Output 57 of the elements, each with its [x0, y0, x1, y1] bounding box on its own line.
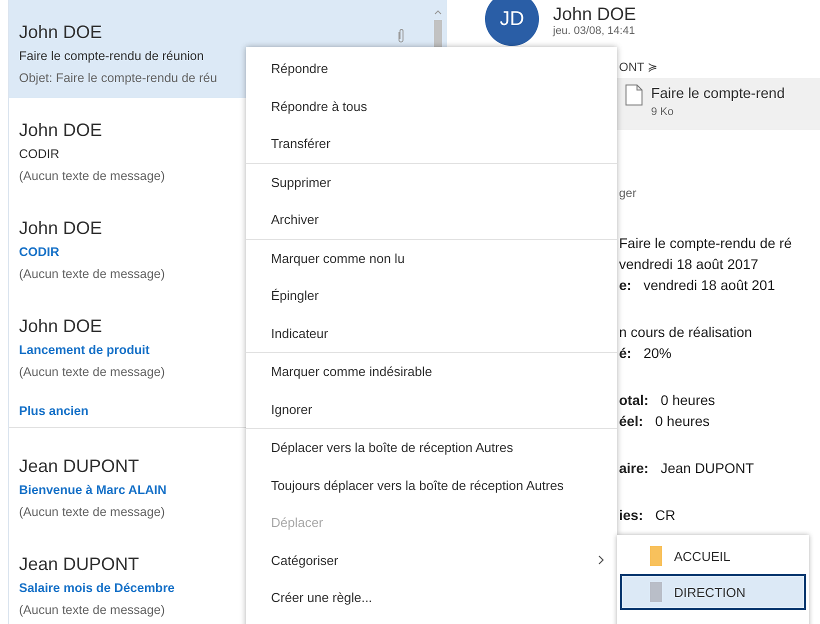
attachment-link[interactable]: ger [619, 186, 636, 200]
scrollbar[interactable] [433, 8, 443, 48]
category-item[interactable]: DIRECTION [620, 574, 806, 610]
menu-item[interactable]: Épingler [246, 277, 617, 314]
message-subject: CODIR [19, 245, 60, 259]
message-subject: Salaire mois de Décembre [19, 581, 175, 595]
chevron-right-icon [598, 555, 605, 566]
attachment-name: Faire le compte-rend [651, 86, 785, 102]
menu-item[interactable]: Indicateur [246, 314, 617, 352]
menu-item[interactable]: Catégoriser [246, 542, 617, 579]
message-preview: (Aucun texte de message) [19, 603, 165, 617]
menu-item[interactable]: Marquer comme indésirable [246, 353, 617, 390]
sender-name: John DOE [553, 4, 636, 25]
file-icon [625, 84, 643, 106]
field-value: 0 heures [655, 412, 710, 428]
message-preview: Objet: Faire le compte-rendu de réu [19, 71, 218, 85]
sender-name: John DOE [19, 22, 102, 43]
message-subject: CODIR [19, 147, 60, 161]
field-label: otal: [619, 392, 649, 408]
menu-item[interactable]: Ignorer [246, 390, 617, 428]
sender-avatar: JD [485, 0, 539, 46]
menu-item[interactable]: Déplacer vers la boîte de réception Autres [246, 429, 617, 466]
field-value: n cours de réalisation [619, 324, 752, 340]
sender-name: Jean DUPONT [19, 456, 140, 477]
message-preview: (Aucun texte de message) [19, 169, 165, 183]
field-value: 0 heures [660, 392, 716, 408]
field-value: Faire le compte-rendu de ré [619, 234, 792, 250]
sender-name: John DOE [19, 218, 102, 239]
group-header: Plus ancien [19, 404, 88, 418]
field-value: 20% [643, 344, 672, 360]
message-subject: Lancement de produit [19, 343, 150, 357]
recipients[interactable]: ONT ≽ [619, 60, 658, 74]
field-value: vendredi 18 août 201 [643, 276, 776, 292]
field-label: aire: [619, 460, 649, 476]
message-preview: (Aucun texte de message) [19, 267, 165, 281]
message-date: jeu. 03/08, 14:41 [553, 25, 636, 37]
field-label: ies: [619, 506, 644, 522]
category-item[interactable]: ACCUEIL [620, 538, 806, 574]
field-label: e: [619, 276, 632, 292]
menu-item[interactable]: Créer une règle... [246, 579, 617, 616]
attachment-size: 9 Ko [651, 106, 675, 118]
field-label: é: [619, 344, 632, 360]
message-preview: (Aucun texte de message) [19, 505, 165, 519]
field-label: éel: [619, 412, 644, 428]
sender-name: Jean DUPONT [19, 554, 140, 575]
message-subject: Faire le compte-rendu de réunion [19, 49, 204, 63]
menu-item[interactable]: Marquer comme non lu [246, 240, 617, 277]
message-preview: (Aucun texte de message) [19, 365, 165, 379]
field-value: Jean DUPONT [660, 460, 754, 476]
sender-name: John DOE [19, 120, 102, 141]
menu-item[interactable]: Supprimer [246, 164, 617, 201]
menu-item[interactable]: Toujours déplacer vers la boîte de réception Autres [246, 466, 617, 504]
field-value: vendredi 18 août 2017 [619, 256, 758, 272]
field-value: CR [655, 506, 676, 522]
message-subject: Bienvenue à Marc ALAIN [19, 483, 166, 497]
sender-name: John DOE [19, 316, 102, 337]
menu-item[interactable]: Archiver [246, 201, 617, 238]
